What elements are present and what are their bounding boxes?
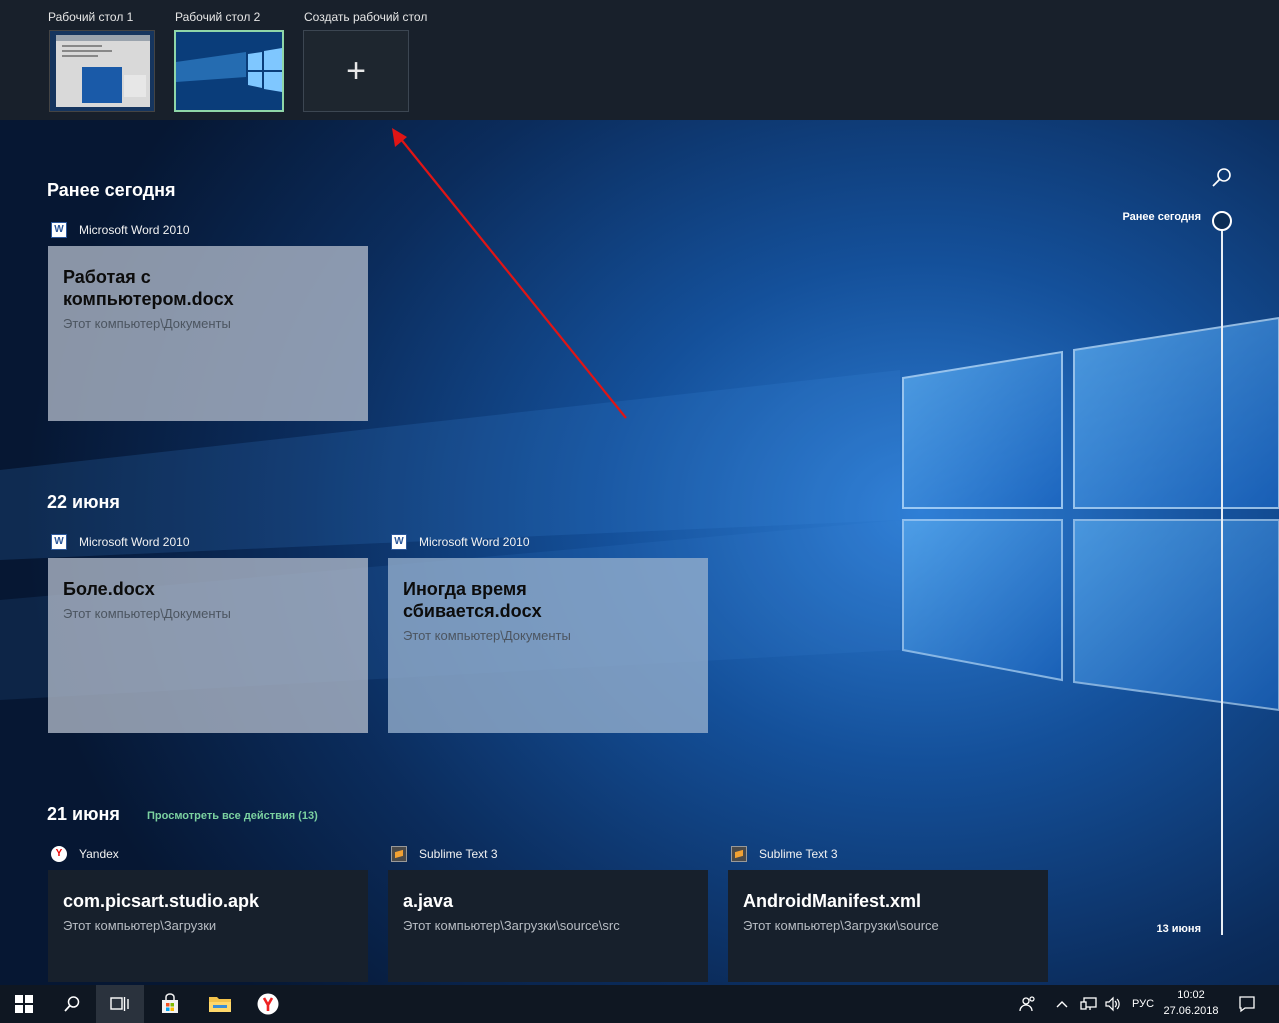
card-path: Этот компьютер\Загрузки\source xyxy=(743,918,939,933)
app-name: Sublime Text 3 xyxy=(419,847,498,861)
desktop-2-label: Рабочий стол 2 xyxy=(175,10,261,24)
activity-card[interactable]: a.java Этот компьютер\Загрузки\source\sr… xyxy=(388,870,708,982)
speaker-icon xyxy=(1105,996,1120,1012)
taskbar-yandex-button[interactable] xyxy=(244,985,292,1023)
people-icon xyxy=(1019,996,1035,1012)
desktop-1-preview xyxy=(50,31,154,111)
desktop-2-preview xyxy=(176,32,282,110)
search-icon xyxy=(64,996,80,1012)
activity-card[interactable]: Боле.docx Этот компьютер\Документы xyxy=(48,558,368,733)
timeline-bottom-label: 13 июня xyxy=(1156,923,1201,935)
language-indicator[interactable]: РУС xyxy=(1127,985,1159,1023)
app-row: Sublime Text 3 xyxy=(731,845,838,863)
desktop-1-thumbnail[interactable] xyxy=(49,30,155,112)
clock-date: 27.06.2018 xyxy=(1163,1005,1219,1017)
start-button[interactable] xyxy=(0,985,48,1023)
folder-icon xyxy=(209,997,231,1012)
yandex-browser-icon xyxy=(257,993,279,1015)
activity-card[interactable]: Работая с компьютером.docx Этот компьюте… xyxy=(48,246,368,421)
new-desktop-button[interactable]: + xyxy=(303,30,409,112)
taskbar-store-button[interactable] xyxy=(146,985,194,1023)
app-name: Microsoft Word 2010 xyxy=(419,535,530,549)
task-view-icon xyxy=(110,997,129,1011)
task-view-button[interactable] xyxy=(96,985,144,1023)
app-row: Sublime Text 3 xyxy=(391,845,498,863)
app-row-today: W Microsoft Word 2010 xyxy=(51,221,190,239)
yandex-icon: Y xyxy=(51,846,67,862)
store-icon xyxy=(162,993,178,1013)
search-icon[interactable] xyxy=(1210,166,1234,190)
section-title-june22: 22 июня xyxy=(47,492,120,512)
sublime-text-icon xyxy=(731,846,747,862)
card-title: com.picsart.studio.apk xyxy=(63,891,260,911)
card-title: Иногда время сбивается.docx xyxy=(403,579,542,621)
card-title: AndroidManifest.xml xyxy=(743,891,922,911)
card-title: a.java xyxy=(403,891,454,911)
people-button[interactable] xyxy=(1015,985,1041,1023)
virtual-desktops-bar: Рабочий стол 1 Рабочий стол 2 Создать ра… xyxy=(0,0,1279,120)
timeline-scrollbar-track[interactable] xyxy=(1221,230,1223,935)
volume-button[interactable] xyxy=(1102,985,1124,1023)
windows-logo-icon xyxy=(15,995,33,1013)
card-title: Боле.docx xyxy=(63,579,155,599)
action-center-button[interactable] xyxy=(1230,985,1264,1023)
card-path: Этот компьютер\Документы xyxy=(403,628,571,643)
see-all-activities-link[interactable]: Просмотреть все действия (13) xyxy=(147,810,318,822)
word-icon: W xyxy=(391,534,407,550)
desktop-2-thumbnail[interactable] xyxy=(174,30,284,112)
app-name: Yandex xyxy=(79,847,119,861)
activity-card[interactable]: AndroidManifest.xml Этот компьютер\Загру… xyxy=(728,870,1048,982)
activity-card[interactable]: com.picsart.studio.apk Этот компьютер\За… xyxy=(48,870,368,982)
taskbar-search-button[interactable] xyxy=(48,985,96,1023)
card-path: Этот компьютер\Загрузки\source\src xyxy=(403,918,620,933)
app-row: Y Yandex xyxy=(51,845,119,863)
card-path: Этот компьютер\Документы xyxy=(63,606,231,621)
word-icon: W xyxy=(51,222,67,238)
taskbar: РУС xyxy=(0,985,1279,1023)
card-title: Работая с компьютером.docx xyxy=(63,267,234,309)
clock-time: 10:02 xyxy=(1177,989,1205,1001)
app-name: Microsoft Word 2010 xyxy=(79,223,190,237)
tray-overflow-button[interactable] xyxy=(1054,985,1070,1023)
timeline-top-label: Ранее сегодня xyxy=(1122,211,1201,223)
card-path: Этот компьютер\Документы xyxy=(63,316,231,331)
desktop-1-label: Рабочий стол 1 xyxy=(48,10,134,24)
section-title-june21: 21 июня xyxy=(47,804,120,824)
app-row: W Microsoft Word 2010 xyxy=(51,533,190,551)
plus-icon: + xyxy=(346,52,366,90)
app-row: W Microsoft Word 2010 xyxy=(391,533,530,551)
section-title-today: Ранее сегодня xyxy=(47,180,176,200)
network-button[interactable] xyxy=(1078,985,1100,1023)
chevron-up-icon xyxy=(1056,1001,1068,1008)
system-clock[interactable]: 10:02 27.06.2018 xyxy=(1160,987,1222,1023)
activity-card[interactable]: Иногда время сбивается.docx Этот компьют… xyxy=(388,558,708,733)
notification-icon xyxy=(1239,996,1255,1013)
timeline-scroll-handle[interactable] xyxy=(1212,211,1232,231)
word-icon: W xyxy=(51,534,67,550)
network-icon xyxy=(1080,997,1097,1010)
app-name: Sublime Text 3 xyxy=(759,847,838,861)
new-desktop-label: Создать рабочий стол xyxy=(304,10,428,24)
card-path: Этот компьютер\Загрузки xyxy=(63,918,217,933)
app-name: Microsoft Word 2010 xyxy=(79,535,190,549)
taskbar-explorer-button[interactable] xyxy=(196,985,244,1023)
sublime-text-icon xyxy=(391,846,407,862)
